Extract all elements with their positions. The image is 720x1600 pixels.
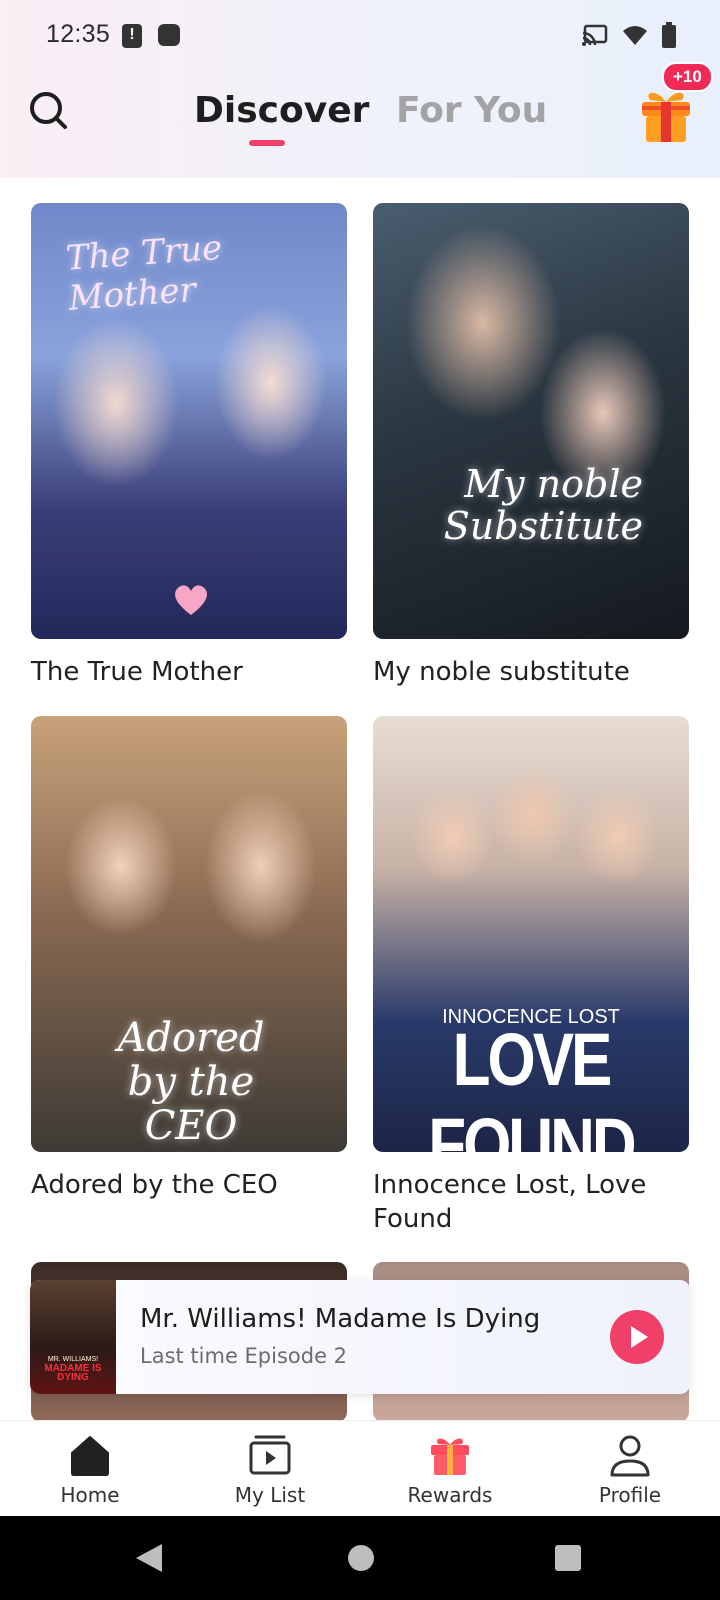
continue-watching-bar[interactable]: MR. WILLIAMS! MADAME IS DYING Mr. Willia… [30,1280,690,1394]
play-button[interactable] [610,1310,664,1364]
drama-title: The True Mother [31,657,243,687]
tab-discover[interactable]: Discover [194,90,369,131]
header: Discover For You +10 [0,62,720,178]
drama-title: Adored by the CEO [31,1170,278,1200]
drama-card[interactable]: The True Mother The True Mother [31,203,347,689]
tab-for-you[interactable]: For You [396,90,547,131]
nav-home[interactable]: Home [0,1421,180,1517]
home-circle-icon[interactable] [348,1545,374,1571]
nav-rewards-label: Rewards [407,1483,493,1507]
poster-title-art-bottom: LOVE FOUND [428,1019,636,1152]
reward-badge: +10 [662,62,713,92]
drama-title: My noble substitute [373,657,630,687]
recent-apps-icon[interactable] [555,1545,581,1571]
drama-poster[interactable]: INNOCENCE LOST LOVE FOUND [373,716,689,1152]
thumbnail-title-bottom: MADAME IS DYING [44,1363,102,1383]
status-icons [582,22,676,48]
nav-profile[interactable]: Profile [540,1421,720,1517]
battery-icon [662,22,676,48]
bottom-nav: Home My List Rewards Profile [0,1420,720,1516]
poster-title-art: My noble Substitute [443,462,643,548]
rewards-gift-button[interactable] [638,84,694,144]
continue-watching-episode: Last time Episode 2 [140,1344,348,1368]
continue-watching-title: Mr. Williams! Madame Is Dying [140,1304,541,1334]
user-icon [610,1435,650,1477]
search-icon [30,92,67,129]
drama-title: Innocence Lost, Love Found [373,1170,647,1234]
system-nav-bar [0,1516,720,1600]
status-time: 12:35 [46,20,111,48]
app-dot-icon [158,24,180,46]
drama-card[interactable]: Adored by the CEO Adored by the CEO [31,716,347,1202]
heart-icon [175,585,207,615]
thumbnail-title-art: MR. WILLIAMS! MADAME IS DYING [36,1355,110,1383]
active-tab-indicator [249,140,285,146]
poster-title-art: Adored by the CEO [117,1015,265,1149]
drama-poster[interactable]: The True Mother [31,203,347,639]
continue-watching-thumbnail: MR. WILLIAMS! MADAME IS DYING [30,1280,116,1394]
nav-my-list[interactable]: My List [180,1421,360,1517]
nav-profile-label: Profile [598,1483,662,1507]
nav-home-label: Home [60,1483,120,1507]
poster-title-art: The True Mother [64,227,224,319]
status-bar: 12:35 [0,0,720,72]
gift-icon [431,1438,469,1475]
home-icon [71,1436,109,1476]
drama-card[interactable]: INNOCENCE LOST LOVE FOUND Innocence Lost… [373,716,689,1236]
gift-icon [642,92,690,142]
nav-rewards[interactable]: Rewards [360,1421,540,1517]
cast-icon [582,24,608,46]
drama-card[interactable]: My noble Substitute My noble substitute [373,203,689,689]
back-icon[interactable] [136,1544,162,1572]
drama-poster[interactable]: Adored by the CEO [31,716,347,1152]
nav-my-list-label: My List [234,1483,306,1507]
playlist-icon [249,1435,291,1475]
search-button[interactable] [28,90,70,132]
drama-poster[interactable]: My noble Substitute [373,203,689,639]
notification-alert-icon [122,24,142,48]
wifi-icon [623,26,647,45]
